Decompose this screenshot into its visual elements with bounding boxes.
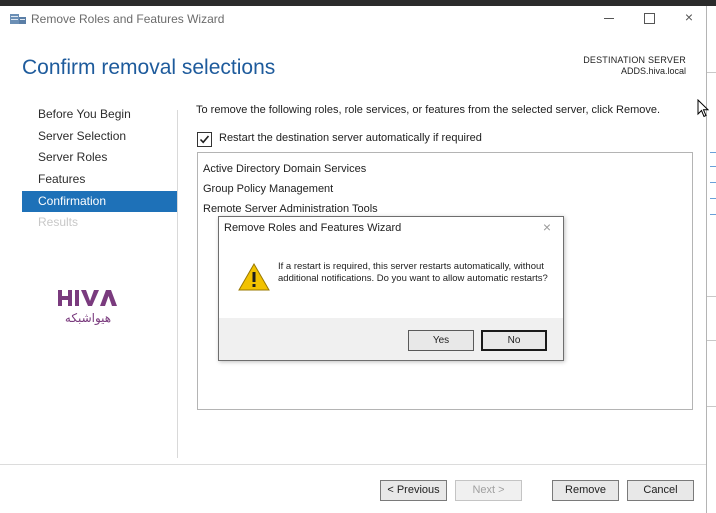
previous-button[interactable]: < Previous xyxy=(380,480,447,501)
nav-item-server-selection[interactable]: Server Selection xyxy=(22,126,177,148)
warning-icon xyxy=(238,263,270,291)
mouse-cursor-icon xyxy=(697,99,710,118)
dialog-close-button[interactable]: × xyxy=(539,219,555,235)
dialog-message: If a restart is required, this server re… xyxy=(278,261,548,284)
destination-server-value: ADDS.hiva.local xyxy=(620,66,686,76)
background-link xyxy=(710,198,716,199)
maximize-button[interactable] xyxy=(629,6,669,30)
minimize-button[interactable] xyxy=(589,6,629,30)
title-bar[interactable]: Remove Roles and Features Wizard × xyxy=(0,6,706,32)
nav-divider xyxy=(177,110,178,458)
background-link xyxy=(710,214,716,215)
nav-item-server-roles[interactable]: Server Roles xyxy=(22,147,177,169)
dialog-title: Remove Roles and Features Wizard xyxy=(224,222,402,234)
window-title: Remove Roles and Features Wizard xyxy=(31,12,225,26)
background-link xyxy=(710,166,716,167)
list-item: Active Directory Domain Services xyxy=(203,163,367,175)
background-link xyxy=(710,152,716,153)
maximize-icon xyxy=(644,13,655,24)
nav-item-before-you-begin[interactable]: Before You Begin xyxy=(22,104,177,126)
destination-server-label: DESTINATION SERVER xyxy=(583,55,686,65)
wizard-nav: Before You Begin Server Selection Server… xyxy=(22,104,177,234)
background-window-edge xyxy=(706,6,716,513)
page-title: Confirm removal selections xyxy=(22,56,276,79)
close-icon: × xyxy=(684,9,694,25)
divider xyxy=(706,406,716,407)
list-item: Remote Server Administration Tools xyxy=(203,203,378,215)
nav-item-confirmation[interactable]: Confirmation xyxy=(22,190,177,213)
restart-checkbox[interactable] xyxy=(197,132,212,147)
next-button: Next > xyxy=(455,480,522,501)
divider xyxy=(706,296,716,297)
restart-confirm-dialog: Remove Roles and Features Wizard × If a … xyxy=(218,216,564,361)
minimize-icon xyxy=(604,18,614,19)
server-manager-icon xyxy=(10,14,26,24)
restart-checkbox-label[interactable]: Restart the destination server automatic… xyxy=(219,132,482,144)
divider xyxy=(706,72,716,73)
dialog-button-bar: Yes No xyxy=(219,318,563,360)
logo-subtitle: هیواشبکه xyxy=(64,311,112,325)
nav-item-features[interactable]: Features xyxy=(22,169,177,191)
no-button[interactable]: No xyxy=(481,330,547,351)
nav-item-results: Results xyxy=(38,215,79,230)
close-button[interactable]: × xyxy=(669,6,709,30)
remove-button[interactable]: Remove xyxy=(552,480,619,501)
cancel-button[interactable]: Cancel xyxy=(627,480,694,501)
footer-divider xyxy=(0,464,706,465)
instruction-text: To remove the following roles, role serv… xyxy=(196,104,661,116)
wizard-window: Remove Roles and Features Wizard × Confi… xyxy=(0,6,707,513)
checkmark-icon xyxy=(199,135,210,144)
yes-button[interactable]: Yes xyxy=(408,330,474,351)
divider xyxy=(706,340,716,341)
background-link xyxy=(710,182,716,183)
list-item: Group Policy Management xyxy=(203,183,334,195)
